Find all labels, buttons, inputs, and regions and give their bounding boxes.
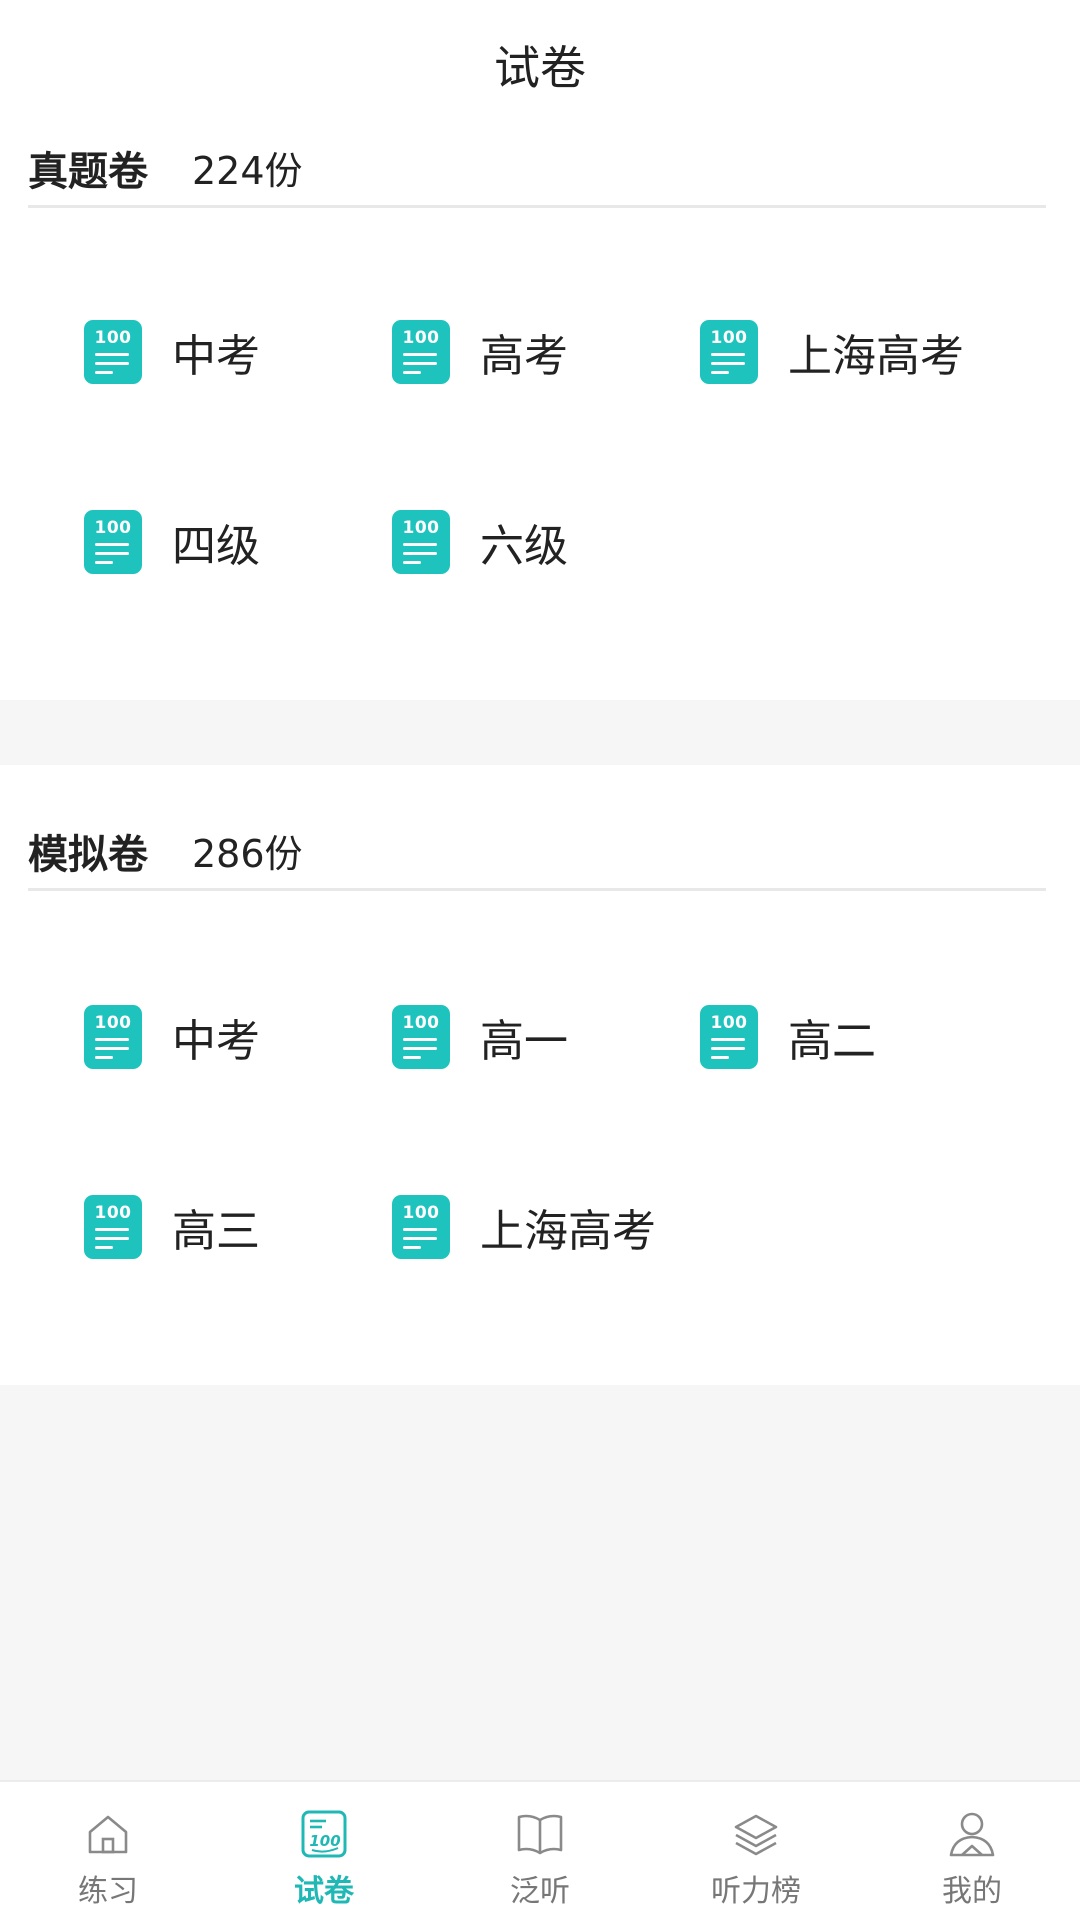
section-count: 286份: [192, 832, 303, 876]
category-item[interactable]: 100 高二: [700, 1005, 876, 1069]
category-label: 中考: [172, 1016, 260, 1067]
section-real-exams: 真题卷 224份 100 中考 100 高考 100 上海高考 100 四级 1…: [0, 130, 1080, 700]
tab-listening-chart[interactable]: 听力榜: [648, 1782, 864, 1920]
tab-extensive-listening[interactable]: 泛听: [432, 1782, 648, 1920]
category-label: 中考: [172, 331, 260, 382]
section-header: 模拟卷 286份: [28, 813, 1046, 891]
category-label: 高三: [172, 1206, 260, 1257]
category-item[interactable]: 100 六级: [392, 510, 568, 574]
tab-label: 试卷: [294, 1874, 354, 1909]
paper-100-icon: 100: [84, 510, 142, 574]
category-item[interactable]: 100 高考: [392, 320, 568, 384]
page-title: 试卷: [494, 41, 586, 95]
tab-label: 练习: [78, 1874, 138, 1909]
paper-100-icon: 100: [392, 320, 450, 384]
paper-100-icon: 100: [700, 320, 758, 384]
book-icon: [517, 1814, 563, 1855]
tab-practice[interactable]: 练习: [0, 1782, 216, 1920]
tab-me[interactable]: 我的: [864, 1782, 1080, 1920]
section-count: 224份: [192, 149, 303, 193]
layers-icon: [734, 1814, 778, 1856]
paper-100-icon: 100: [84, 1005, 142, 1069]
category-label: 上海高考: [480, 1206, 656, 1257]
tab-exam[interactable]: 100 试卷: [216, 1782, 432, 1920]
paper-100-icon: 100: [84, 1195, 142, 1259]
section-title: 真题卷: [28, 148, 148, 195]
category-label: 四级: [172, 521, 260, 572]
user-icon: [949, 1812, 995, 1857]
svg-text:100: 100: [309, 1832, 340, 1850]
category-item[interactable]: 100 上海高考: [392, 1195, 656, 1259]
paper-100-icon: 100: [84, 320, 142, 384]
exam-paper-icon: 100: [301, 1810, 347, 1858]
paper-100-icon: 100: [392, 1195, 450, 1259]
category-label: 高二: [788, 1016, 876, 1067]
category-item[interactable]: 100 四级: [84, 510, 260, 574]
category-item[interactable]: 100 中考: [84, 1005, 260, 1069]
exam-page: 试卷 真题卷 224份 100 中考 100 高考 100 上海高考 100 四…: [0, 0, 1080, 1920]
category-label: 六级: [480, 521, 568, 572]
bottom-tab-bar: 练习 100 试卷 泛听 听力榜 我的: [0, 1780, 1080, 1920]
page-header: 试卷: [0, 0, 1080, 130]
tab-label: 我的: [942, 1874, 1002, 1909]
category-item[interactable]: 100 高三: [84, 1195, 260, 1259]
category-item[interactable]: 100 中考: [84, 320, 260, 384]
paper-100-icon: 100: [392, 510, 450, 574]
paper-100-icon: 100: [392, 1005, 450, 1069]
paper-100-icon: 100: [700, 1005, 758, 1069]
category-item[interactable]: 100 上海高考: [700, 320, 964, 384]
section-title: 模拟卷: [28, 831, 148, 878]
category-item[interactable]: 100 高一: [392, 1005, 568, 1069]
tab-label: 泛听: [510, 1874, 570, 1909]
category-label: 上海高考: [788, 331, 964, 382]
section-header: 真题卷 224份: [28, 130, 1046, 208]
category-label: 高一: [480, 1016, 568, 1067]
category-label: 高考: [480, 331, 568, 382]
tab-label: 听力榜: [711, 1874, 801, 1909]
home-icon: [88, 1815, 128, 1854]
section-mock-exams: 模拟卷 286份 100 中考 100 高一 100 高二 100 高三 100…: [0, 765, 1080, 1385]
